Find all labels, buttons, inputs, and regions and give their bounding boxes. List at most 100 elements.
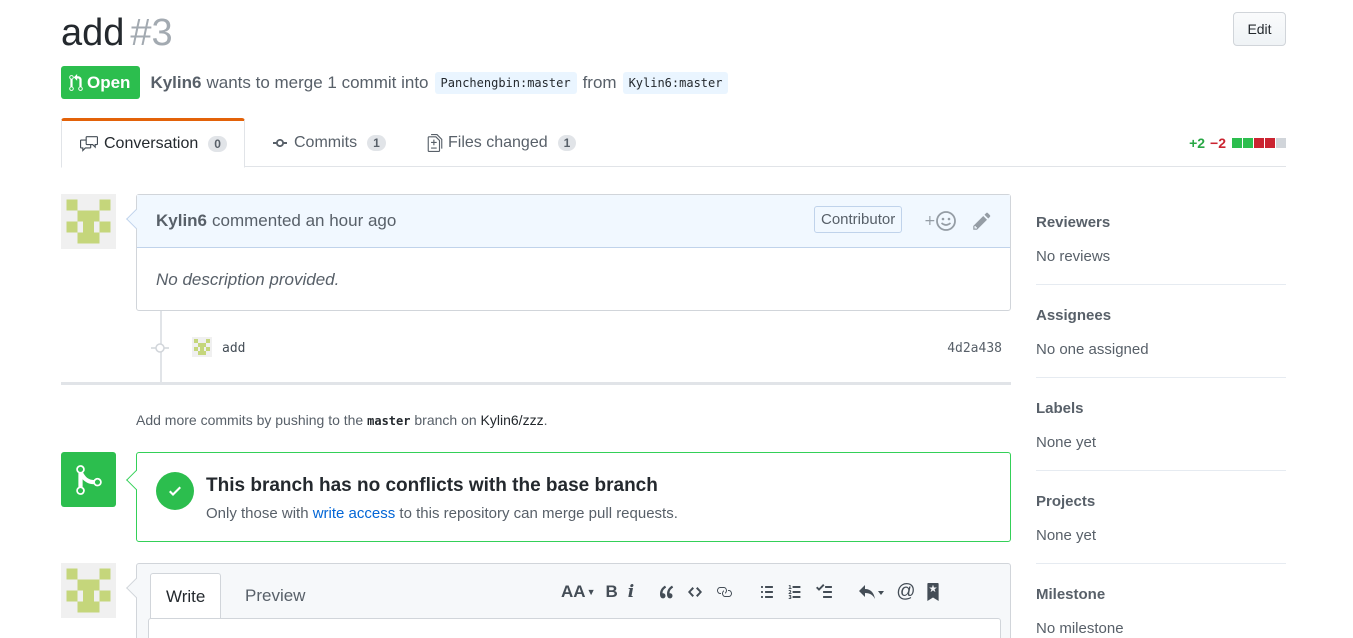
pr-title: add [61,12,125,54]
sidebar-value-milestone: No milestone [1036,620,1124,637]
tab-preview[interactable]: Preview [230,573,320,618]
sidebar-heading-reviewers[interactable]: Reviewers [1036,214,1286,231]
sidebar-divider [1036,563,1286,564]
sidebar-labels: Labels None yet [1036,400,1286,451]
comment-author-link[interactable]: Kylin6 [156,211,207,231]
git-pull-request-icon [69,73,83,91]
sidebar-projects: Projects None yet [1036,493,1286,544]
page-title: add #3 [61,10,173,56]
tab-files-label: Files changed [448,133,548,151]
identicon-icon [61,563,116,618]
tab-conversation-count: 0 [208,136,227,152]
identicon-icon [61,194,116,249]
saved-reply-icon[interactable] [858,580,886,604]
comment-textarea[interactable] [148,618,1001,638]
link-icon[interactable] [714,580,734,604]
identicon-icon [192,336,212,357]
comment-timestamp[interactable]: an hour ago [306,211,397,231]
git-commit-icon [273,138,287,147]
sidebar-reviewers: Reviewers No reviews [1036,214,1286,265]
merge-pointer [126,470,146,490]
push-hint-middle: branch on [414,412,477,428]
markdown-toolbar: AA ▼ B i @ [561,580,950,604]
sidebar-divider [1036,284,1286,285]
tab-commits-count: 1 [367,134,386,151]
add-reaction-icon[interactable]: + [924,210,958,237]
timeline-divider [61,382,1011,385]
push-hint: Add more commits by pushing to the maste… [136,412,547,428]
comment-header: Kylin6 commented an hour ago Contributor… [137,195,1010,248]
sidebar-value-projects: None yet [1036,527,1097,544]
diffstat-block [1265,138,1275,148]
sidebar-heading-labels[interactable]: Labels [1036,400,1286,417]
avatar[interactable] [61,194,116,249]
header-text-label: AA [561,582,586,601]
base-branch[interactable]: Panchengbin:master [434,71,577,94]
sidebar-heading-assignees[interactable]: Assignees [1036,307,1286,324]
commit-row: add 4d2a438 [150,336,1002,360]
diffstat-block [1243,138,1253,148]
svg-text:+: + [924,213,936,229]
tab-conversation[interactable]: Conversation 0 [61,118,245,168]
write-access-link[interactable]: write access [313,505,396,522]
tab-commits[interactable]: Commits 1 [271,118,386,167]
merge-status-box: This branch has no conflicts with the ba… [126,452,1011,542]
pencil-icon[interactable] [972,211,992,236]
bold-tool[interactable]: B [605,580,617,604]
diffstat-block [1276,138,1286,148]
comment-discussion-icon [80,136,98,152]
edit-button[interactable]: Edit [1233,12,1286,46]
tab-files-count: 1 [557,134,577,151]
diffstat-block [1232,138,1242,148]
comment-card: Kylin6 commented an hour ago Contributor… [126,194,1011,311]
bookmark-icon[interactable] [926,580,940,604]
sidebar-assignees: Assignees No one assigned [1036,307,1286,358]
quote-icon[interactable] [658,580,676,604]
commit-message-link[interactable]: add [222,341,245,356]
check-icon [156,472,194,510]
merge-subtext: Only those with write access to this rep… [206,505,678,522]
comment-editor: Write Preview AA ▼ B i @ [126,563,1011,638]
tab-conversation-label: Conversation [104,135,199,152]
tab-files-changed[interactable]: Files changed 1 [427,118,577,167]
comment-body: No description provided. [156,270,340,289]
avatar[interactable] [61,563,116,618]
pr-number: #3 [130,12,173,54]
diffstat-additions: +2 [1189,135,1206,151]
merge-subtext-prefix: Only those with [206,505,309,522]
head-branch[interactable]: Kylin6:master [622,71,729,94]
tab-write[interactable]: Write [150,573,222,619]
pr-tabs: Conversation 0 Commits 1 Files changed 1… [61,118,1286,168]
unordered-list-icon[interactable] [758,580,776,604]
sidebar-heading-milestone[interactable]: Milestone [1036,586,1286,603]
sidebar-divider [1036,377,1286,378]
sidebar-value-assignees: No one assigned [1036,341,1149,358]
avatar[interactable] [192,336,212,360]
repo-link[interactable]: Kylin6/zzz [481,412,544,428]
comment-action: commented [212,211,301,230]
code-icon[interactable] [686,580,704,604]
sidebar-heading-projects[interactable]: Projects [1036,493,1286,510]
contributor-badge: Contributor [814,206,903,233]
diffstat: +2 −2 [1189,135,1286,151]
editor-pointer [126,578,146,598]
merge-heading: This branch has no conflicts with the ba… [206,475,658,496]
header-text-tool[interactable]: AA ▼ [561,580,595,604]
diffstat-block [1254,138,1264,148]
pr-from-text: from [582,72,617,92]
sidebar-value-labels: None yet [1036,434,1097,451]
pr-meta: Open Kylin6 wants to merge 1 commit into… [61,66,734,99]
ordered-list-icon[interactable] [786,580,804,604]
push-hint-branch: master [367,414,411,428]
mention-tool[interactable]: @ [896,580,915,604]
tab-commits-label: Commits [294,133,358,151]
task-list-icon[interactable] [814,580,834,604]
commit-sha-link[interactable]: 4d2a438 [947,341,1002,356]
push-hint-suffix: . [543,412,548,428]
sidebar-divider [1036,470,1286,471]
file-diff-icon [427,133,443,152]
pr-author-link[interactable]: Kylin6 [150,73,201,93]
italic-tool[interactable]: i [628,580,634,604]
status-label: Open [87,72,131,92]
push-hint-prefix: Add more commits by pushing to the [136,412,364,428]
